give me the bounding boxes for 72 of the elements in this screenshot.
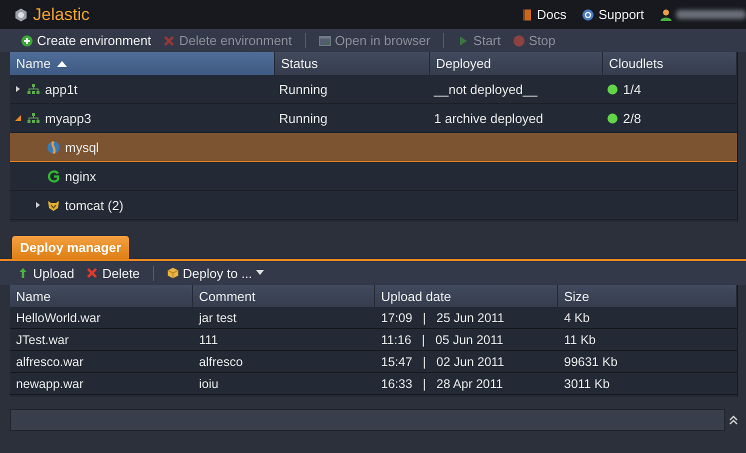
node-name: myapp3 bbox=[45, 110, 92, 126]
node-name: app1t bbox=[45, 82, 78, 96]
tree-row[interactable]: app1t Running __not deployed__ 1/4 bbox=[10, 75, 737, 104]
double-chevron-up-icon[interactable] bbox=[729, 415, 738, 425]
cat-head-icon bbox=[47, 198, 60, 212]
table-cell-text: 111 bbox=[198, 332, 220, 346]
table-cell-text: 15:47 | 02 Jun 2011 bbox=[380, 354, 506, 368]
table-cell-text: 11 Kb bbox=[563, 332, 597, 346]
column-header[interactable]: Size bbox=[558, 285, 737, 307]
collapsed-arrow-icon[interactable] bbox=[14, 85, 22, 93]
table-cell-text: 17:09 | 25 Jun 2011 bbox=[380, 310, 506, 324]
hierarchy-icon bbox=[27, 82, 40, 96]
status-dot-icon bbox=[607, 84, 618, 94]
node-name: mysql bbox=[65, 140, 99, 154]
book-icon bbox=[520, 8, 533, 20]
status-text: Running bbox=[279, 110, 328, 126]
browser-window-icon bbox=[318, 34, 331, 46]
column-header[interactable]: Name bbox=[10, 285, 193, 307]
column-header[interactable]: Name bbox=[10, 52, 275, 75]
app-name: Jelastic bbox=[33, 4, 90, 24]
g-letter-icon bbox=[47, 170, 60, 182]
column-header[interactable]: Upload date bbox=[375, 285, 558, 307]
collapsed-arrow-icon[interactable] bbox=[34, 201, 42, 209]
help-icon bbox=[582, 8, 594, 20]
node-name: nginx bbox=[65, 168, 96, 184]
table-cell-text: alfresco.war bbox=[15, 354, 84, 368]
input-field[interactable] bbox=[10, 409, 725, 431]
column-header[interactable]: Deployed bbox=[430, 52, 603, 75]
toolbar-button[interactable]: Delete bbox=[81, 264, 145, 282]
up-arrow-icon bbox=[17, 267, 29, 279]
package-icon bbox=[166, 267, 179, 279]
table-cell-text: jar test bbox=[198, 310, 238, 324]
table-cell-text: 3011 Kb bbox=[563, 376, 611, 390]
node-name: tomcat (2) bbox=[65, 198, 124, 212]
table-cell-text: JTest.war bbox=[15, 332, 70, 346]
sort-up-icon bbox=[56, 60, 67, 66]
cloudlets-count: 2/8 bbox=[623, 110, 642, 126]
globe-icon bbox=[47, 140, 60, 154]
deployed-text: 1 archive deployed bbox=[434, 110, 544, 126]
hierarchy-icon bbox=[27, 112, 40, 124]
user-icon[interactable] bbox=[660, 8, 672, 20]
expanded-arrow-icon[interactable] bbox=[14, 114, 22, 122]
hexagon-logo-icon bbox=[14, 8, 28, 22]
cross-icon bbox=[163, 34, 176, 46]
status-text: Running bbox=[279, 82, 328, 96]
header-link[interactable]: Support bbox=[582, 7, 644, 22]
toolbar-button[interactable]: Create environment bbox=[16, 31, 156, 50]
add-icon bbox=[21, 34, 33, 46]
column-header[interactable]: Comment bbox=[193, 285, 375, 307]
table-cell-text: 11:16 | 05 Jun 2011 bbox=[380, 332, 504, 346]
deployed-text: __not deployed__ bbox=[434, 82, 538, 96]
cross-icon bbox=[86, 267, 98, 279]
status-dot-icon bbox=[607, 112, 618, 124]
stop-icon bbox=[512, 34, 525, 46]
table-cell-text: 4 Kb bbox=[563, 310, 591, 324]
table-cell-text: 16:33 | 28 Apr 2011 bbox=[380, 376, 504, 390]
table-cell-text: 99631 Kb bbox=[563, 354, 619, 368]
table-cell-text: ioiu bbox=[198, 376, 220, 390]
cloudlets-count: 1/4 bbox=[623, 82, 642, 96]
toolbar-button[interactable]: Deploy to ... bbox=[162, 264, 270, 282]
caret-down-icon bbox=[256, 270, 264, 276]
column-header[interactable]: Cloudlets bbox=[603, 52, 737, 75]
table-cell-text: HelloWorld.war bbox=[15, 310, 102, 324]
tree-row[interactable]: mysql bbox=[10, 133, 737, 162]
tree-row[interactable]: tomcat (2) bbox=[10, 191, 737, 220]
tree-row[interactable]: nginx bbox=[10, 162, 737, 191]
column-header[interactable]: Status bbox=[275, 52, 430, 75]
toolbar-button[interactable]: Upload bbox=[12, 264, 80, 282]
header-link[interactable]: Docs bbox=[520, 7, 566, 22]
table-cell-text: alfresco bbox=[198, 354, 244, 368]
table-cell-text: newapp.war bbox=[15, 376, 84, 390]
play-icon bbox=[457, 34, 470, 46]
